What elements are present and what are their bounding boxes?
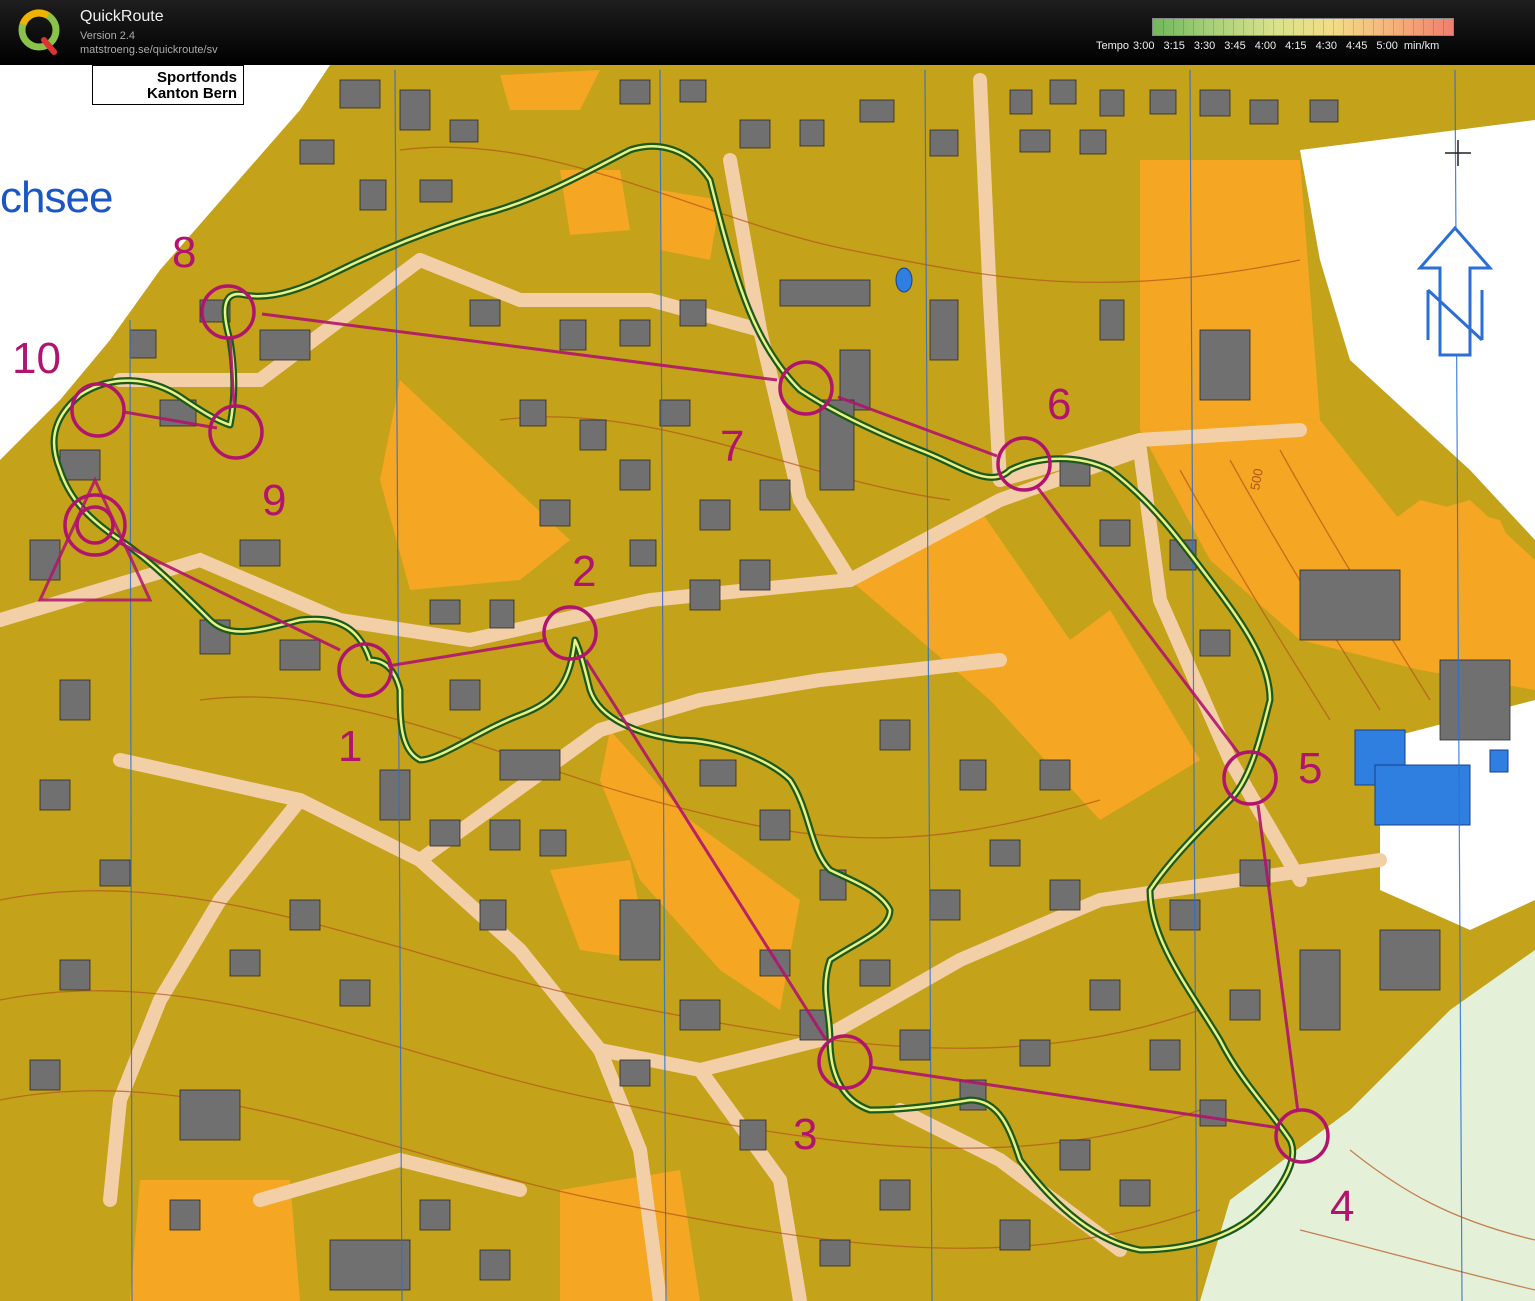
control-number-10: 10 xyxy=(12,334,61,383)
tempo-bar-cell xyxy=(1193,19,1194,35)
orienteering-map[interactable]: 500 Sportfonds Kanton Bern chsee 1 2 3 4… xyxy=(0,65,1535,1301)
control-number-6: 6 xyxy=(1047,380,1072,429)
control-number-4: 4 xyxy=(1330,1182,1355,1231)
tempo-bar-cell xyxy=(1363,19,1364,35)
tempo-bar-cell xyxy=(1293,19,1294,35)
tempo-bar-cell xyxy=(1183,19,1184,35)
tempo-bar-cell xyxy=(1343,19,1344,35)
tempo-tick: 4:15 xyxy=(1285,40,1307,52)
tempo-unit: min/km xyxy=(1403,40,1440,52)
control-number-3: 3 xyxy=(793,1110,818,1159)
quickroute-logo-icon xyxy=(18,9,60,55)
tempo-tick: 4:00 xyxy=(1254,40,1277,52)
tempo-bar-cell xyxy=(1393,19,1394,35)
tempo-bar-cell xyxy=(1253,19,1254,35)
tempo-bar-cell xyxy=(1273,19,1274,35)
control-number-7: 7 xyxy=(720,422,745,471)
tempo-label: Tempo xyxy=(1096,40,1130,52)
tempo-bar-cell xyxy=(1243,19,1244,35)
tempo-bar-cell xyxy=(1173,19,1174,35)
tempo-tick: 3:15 xyxy=(1163,40,1185,52)
tempo-bar-cell xyxy=(1333,19,1334,35)
sponsor-box: Sportfonds Kanton Bern xyxy=(92,65,244,105)
tempo-bar-cell xyxy=(1213,19,1214,35)
sponsor-line1: Sportfonds xyxy=(157,69,237,86)
map-canvas: 500 xyxy=(0,65,1535,1301)
tempo-bar-cell xyxy=(1283,19,1284,35)
tempo-bar-cell xyxy=(1373,19,1374,35)
tempo-bar-cell xyxy=(1263,19,1264,35)
control-number-5: 5 xyxy=(1298,744,1323,793)
control-number-1: 1 xyxy=(338,722,363,771)
tempo-scale-labels: Tempo 3:00 3:15 3:30 3:45 4:00 4:15 4:30 4:45 5:0… xyxy=(1096,40,1448,52)
tempo-tick: 4:45 xyxy=(1345,40,1368,52)
tempo-bar-cell xyxy=(1403,19,1404,35)
app-version: Version 2.4 xyxy=(80,30,136,42)
control-number-9: 9 xyxy=(262,476,287,525)
lake-label: chsee xyxy=(0,173,113,222)
control-number-8: 8 xyxy=(172,228,197,277)
tempo-bar-cell xyxy=(1203,19,1204,35)
tempo-bar-cell xyxy=(1433,19,1434,35)
tempo-tick: 4:30 xyxy=(1315,40,1337,52)
tempo-bar-cell xyxy=(1423,19,1424,35)
tempo-bar-cell xyxy=(1383,19,1384,35)
tempo-bar-cell xyxy=(1323,19,1324,35)
tempo-bar-cell xyxy=(1313,19,1314,35)
tempo-tick: 3:45 xyxy=(1224,40,1246,52)
tempo-tick: 5:00 xyxy=(1376,40,1398,52)
tempo-bar-cell xyxy=(1303,19,1304,35)
tempo-color-scale xyxy=(1152,18,1454,36)
control-number-2: 2 xyxy=(572,547,597,596)
title-bar: QuickRoute Version 2.4 matstroeng.se/qui… xyxy=(0,0,1535,65)
app-url[interactable]: matstroeng.se/quickroute/sv xyxy=(80,44,218,56)
tempo-bar-cell xyxy=(1413,19,1414,35)
app-title: QuickRoute xyxy=(80,8,164,25)
tempo-bar-cell xyxy=(1443,19,1444,35)
tempo-bar-cell xyxy=(1223,19,1224,35)
tempo-tick: 3:00 xyxy=(1133,40,1155,52)
tempo-tick: 3:30 xyxy=(1193,40,1216,52)
tempo-bar-cell xyxy=(1353,19,1354,35)
tempo-bar-cell xyxy=(1233,19,1234,35)
sponsor-line2: Kanton Bern xyxy=(147,85,237,102)
tempo-bar-cell xyxy=(1163,19,1164,35)
